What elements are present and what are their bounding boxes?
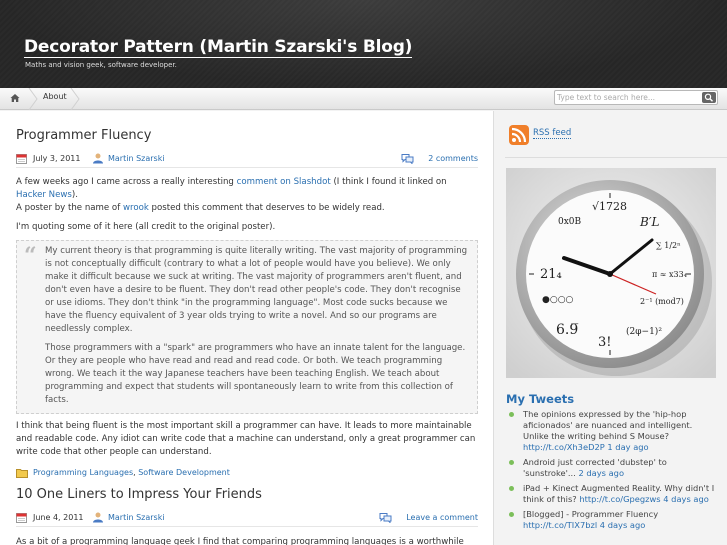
intro-text: A poster by the name of xyxy=(16,203,123,213)
search-box xyxy=(554,90,718,105)
blockquote: “ My current theory is that programming … xyxy=(16,240,478,414)
post-intro: A few weeks ago I came across a really i… xyxy=(16,176,478,215)
post-meta: July 3, 2011 Martin Szarski 2 comments xyxy=(16,152,478,168)
tweet-time[interactable]: 4 days ago xyxy=(597,520,646,530)
comments-icon xyxy=(379,513,392,523)
tweets-heading: My Tweets xyxy=(506,392,575,406)
tweet-item: The opinions expressed by the 'hip-hop a… xyxy=(507,409,719,453)
clock-label: √1728 xyxy=(592,200,627,213)
post-date: July 3, 2011 xyxy=(33,154,81,163)
calendar-icon xyxy=(16,154,27,164)
post-title[interactable]: 10 One Liners to Impress Your Friends xyxy=(16,487,262,502)
user-icon xyxy=(93,153,103,164)
tweet-text: The opinions expressed by the 'hip-hop a… xyxy=(523,409,693,441)
tweet-time[interactable]: 1 day ago xyxy=(605,442,648,452)
clock-label: 2⁻¹ (mod7) xyxy=(640,297,684,306)
post-author-link[interactable]: Martin Szarski xyxy=(108,513,165,522)
clock-label: (2φ−1)² xyxy=(626,326,662,337)
tweet-link[interactable]: http://t.co/Gpegzws xyxy=(579,494,660,504)
post-author-link[interactable]: Martin Szarski xyxy=(108,154,165,163)
intro-text: (I think I found it linked on xyxy=(330,177,447,187)
post-paragraph: I'm quoting some of it here (all credit … xyxy=(16,222,276,232)
bullet-icon xyxy=(509,460,514,465)
quote-paragraph: My current theory is that programming is… xyxy=(45,246,468,334)
clock-label: ●○○○ xyxy=(542,295,574,305)
post-title[interactable]: Programmer Fluency xyxy=(16,128,151,143)
post-meta: June 4, 2011 Martin Szarski Leave a comm… xyxy=(16,511,478,527)
post-paragraph: As a bit of a programming language geek … xyxy=(16,537,464,545)
post: 10 One Liners to Impress Your Friends Ju… xyxy=(16,487,478,545)
quote-mark-icon: “ xyxy=(24,243,37,269)
comments-icon xyxy=(401,154,414,164)
category-link[interactable]: Software Development xyxy=(138,468,230,477)
clock-image: 0x0B √1728 B′L ∑ 1/2ⁿ 21₄ ●○○○ 6.9̅ 3! (… xyxy=(506,168,716,378)
post-comments-link[interactable]: Leave a comment xyxy=(406,513,478,522)
search-input[interactable] xyxy=(557,91,697,104)
rss-icon[interactable] xyxy=(509,125,529,145)
tweet-item: iPad + Kinect Augmented Reality. Why did… xyxy=(507,483,719,505)
tweet-link[interactable]: http://t.co/Xh3eD2P xyxy=(523,442,605,452)
bullet-icon xyxy=(509,512,514,517)
clock-label: B′L xyxy=(639,215,660,229)
geek-clock-illustration: 0x0B √1728 B′L ∑ 1/2ⁿ 21₄ ●○○○ 6.9̅ 3! (… xyxy=(506,168,716,378)
home-button[interactable] xyxy=(0,88,30,110)
category-list: Programming Languages, Software Developm… xyxy=(33,468,230,477)
site-description: Maths and vision geek, software develope… xyxy=(25,61,177,69)
intro-text: posted this comment that deserves to be … xyxy=(148,203,385,213)
post-date: June 4, 2011 xyxy=(33,513,84,522)
tweet-text: [Blogged] - Programmer Fluency xyxy=(523,509,659,519)
nav-about-link[interactable]: About xyxy=(43,92,67,101)
tweet-time[interactable]: 4 days ago xyxy=(661,494,709,504)
quote-paragraph: Those programmers with a "spark" are pro… xyxy=(45,343,466,405)
clock-label: π ≈ x33₄ xyxy=(652,270,687,279)
clock-label: ∑ 1/2ⁿ xyxy=(656,241,681,250)
clock-label: 0x0B xyxy=(558,217,582,227)
post: Programmer Fluency July 3, 2011 Martin S… xyxy=(16,128,478,479)
folder-icon xyxy=(16,469,28,478)
bullet-icon xyxy=(509,486,514,491)
hacker-news-link[interactable]: Hacker News xyxy=(16,190,72,200)
main-content: Programmer Fluency July 3, 2011 Martin S… xyxy=(0,111,494,545)
search-button[interactable] xyxy=(702,92,716,103)
clock-label: 21₄ xyxy=(540,267,562,282)
intro-text: ). xyxy=(71,190,78,200)
tweet-time[interactable]: 2 days ago xyxy=(578,468,624,478)
bullet-icon xyxy=(509,412,514,417)
tweet-item: [Blogged] - Programmer Fluency http://t.… xyxy=(507,509,719,531)
tweet-link[interactable]: http://t.co/TIX7bzl xyxy=(523,520,597,530)
divider xyxy=(505,157,727,158)
search-icon xyxy=(704,93,713,102)
tweet-list: The opinions expressed by the 'hip-hop a… xyxy=(507,409,719,535)
home-icon xyxy=(10,94,20,102)
slashdot-comment-link[interactable]: comment on Slashdot xyxy=(237,177,331,187)
clock-label: 3! xyxy=(598,335,612,350)
nav-separator xyxy=(70,88,80,110)
calendar-icon xyxy=(16,513,27,523)
sidebar: RSS feed 0x0B √1728 B′L ∑ 1/2ⁿ 21₄ ●○○○ … xyxy=(495,111,727,545)
site-title[interactable]: Decorator Pattern (Martin Szarski's Blog… xyxy=(24,37,412,58)
clock-label: 6.9̅ xyxy=(556,322,578,338)
post-comments-link[interactable]: 2 comments xyxy=(428,154,478,163)
nav-bar: About xyxy=(0,88,727,110)
user-icon xyxy=(93,512,103,523)
site-header: Decorator Pattern (Martin Szarski's Blog… xyxy=(0,0,727,88)
intro-text: A few weeks ago I came across a really i… xyxy=(16,177,237,187)
category-link[interactable]: Programming Languages xyxy=(33,468,133,477)
rss-feed-link[interactable]: RSS feed xyxy=(533,128,572,139)
nav-separator xyxy=(28,88,38,110)
post-categories: Programming Languages, Software Developm… xyxy=(16,467,478,479)
wrook-link[interactable]: wrook xyxy=(123,203,149,213)
post-paragraph: I think that being fluent is the most im… xyxy=(16,421,476,457)
tweet-item: Android just corrected 'dubstep' to 'sun… xyxy=(507,457,719,479)
